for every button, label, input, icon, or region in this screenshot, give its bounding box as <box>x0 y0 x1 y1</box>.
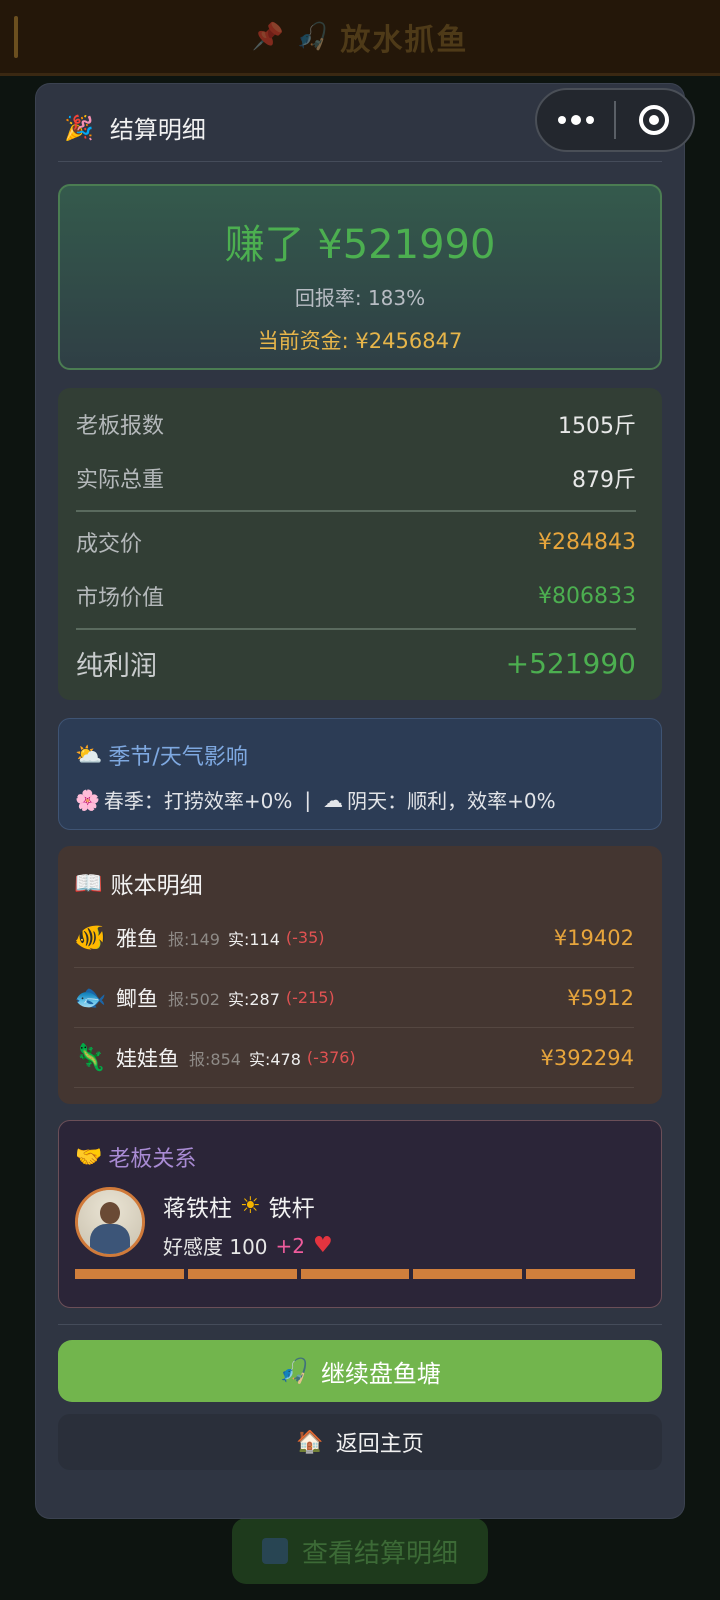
favor-segment <box>526 1269 635 1279</box>
boss-relationship-title: 🤝 老板关系 <box>75 1144 197 1173</box>
ledger-row: 🦎 娃娃鱼 报:854 实:478 (-376) ¥392294 <box>74 1028 634 1088</box>
view-settlement-button[interactable]: 查看结算明细 <box>232 1518 488 1584</box>
boss-name-line: 蒋铁柱 ☀ 铁杆 <box>163 1189 315 1223</box>
lizard-icon: 🦎 <box>74 1042 107 1073</box>
favor-segment <box>300 1269 410 1279</box>
market-value-row: 市场价值 ¥806833 <box>76 583 636 612</box>
open-book-icon: 📖 <box>74 870 103 897</box>
favor-progress-bar <box>75 1269 635 1279</box>
handshake-icon: 🤝 <box>75 1144 103 1170</box>
earnings-summary: 赚了 ¥521990 回报率: 183% 当前资金: ¥2456847 <box>58 184 662 370</box>
net-profit-row: 纯利润 +521990 <box>76 647 636 682</box>
return-rate: 回报率: 183% <box>294 286 426 310</box>
boss-avatar <box>75 1187 145 1257</box>
fishing-pole-decoration <box>14 16 18 58</box>
cherry-blossom-icon: 🌸 <box>75 787 100 812</box>
modal-title: 结算明细 <box>109 116 206 144</box>
earnings-headline: 赚了 ¥521990 <box>224 222 496 268</box>
season-weather-title: ⛅ 季节/天气影响 <box>75 742 248 771</box>
tropical-fish-icon: 🐠 <box>74 922 107 953</box>
fish-icon: 🐟 <box>74 982 107 1013</box>
stats-panel: 老板报数 1505斤 实际总重 879斤 成交价 ¥284843 市场价值 ¥8… <box>58 388 662 700</box>
cloud-icon: ☁ <box>323 787 344 812</box>
season-weather-effects: 🌸 春季：打捞效率+0% | ☁ 阴天：顺利，效率+0% <box>75 787 556 814</box>
boss-relationship-panel: 🤝 老板关系 蒋铁柱 ☀ 铁杆 好感度 100 +2 ♥ <box>58 1120 662 1308</box>
boss-tier: 铁杆 <box>268 1196 315 1222</box>
miniprogram-capsule <box>535 88 695 152</box>
divider <box>76 628 636 630</box>
settlement-modal: 🎉 结算明细 赚了 ¥521990 回报率: 183% 当前资金: ¥24568… <box>36 84 684 1518</box>
house-icon: 🏠 <box>296 1429 324 1455</box>
favor-segment <box>187 1269 297 1279</box>
game-title: 📌 🎣 放水抓鱼 <box>251 21 469 58</box>
divider <box>58 161 662 162</box>
home-button[interactable]: 🏠 返回主页 <box>58 1414 662 1470</box>
deal-price-row: 成交价 ¥284843 <box>76 529 636 558</box>
divider <box>58 1324 662 1325</box>
fishing-icon: 🎣 <box>279 1357 309 1385</box>
close-miniprogram-icon[interactable] <box>616 105 693 135</box>
favor-line: 好感度 100 +2 ♥ <box>163 1231 333 1260</box>
fishing-icon: 🎣 <box>296 21 331 52</box>
ledger-row: 🐟 鲫鱼 报:502 实:287 (-215) ¥5912 <box>74 968 634 1028</box>
favor-segment <box>75 1269 184 1279</box>
favor-segment <box>413 1269 523 1279</box>
sun-icon: ☀ <box>240 1193 261 1219</box>
bar-chart-icon <box>261 1538 288 1564</box>
current-funds: 当前资金: ¥2456847 <box>257 329 463 353</box>
actual-weight-row: 实际总重 879斤 <box>76 468 636 493</box>
ledger-row: 🐠 雅鱼 报:149 实:114 (-35) ¥19402 <box>74 908 634 968</box>
heart-icon: ♥ <box>313 1233 333 1258</box>
sun-behind-cloud-icon: ⛅ <box>75 742 103 768</box>
party-popper-icon: 🎉 <box>64 113 94 142</box>
more-menu-icon[interactable] <box>537 114 614 125</box>
pushpin-icon: 📌 <box>251 21 286 52</box>
boss-reported-row: 老板报数 1505斤 <box>76 414 636 439</box>
favor-value: 好感度 100 <box>163 1235 268 1259</box>
modal-header: 🎉 结算明细 <box>64 110 206 145</box>
continue-button[interactable]: 🎣 继续盘鱼塘 <box>58 1340 662 1402</box>
divider <box>76 510 636 512</box>
boss-name: 蒋铁柱 <box>163 1196 232 1222</box>
top-bar: 📌 🎣 放水抓鱼 <box>0 0 720 76</box>
ledger-title: 📖 账本明细 <box>74 870 203 900</box>
favor-delta: +2 <box>275 1233 306 1258</box>
season-weather-panel: ⛅ 季节/天气影响 🌸 春季：打捞效率+0% | ☁ 阴天：顺利，效率+0% <box>58 718 662 830</box>
ledger-panel: 📖 账本明细 🐠 雅鱼 报:149 实:114 (-35) ¥19402 🐟 鲫… <box>58 846 662 1104</box>
